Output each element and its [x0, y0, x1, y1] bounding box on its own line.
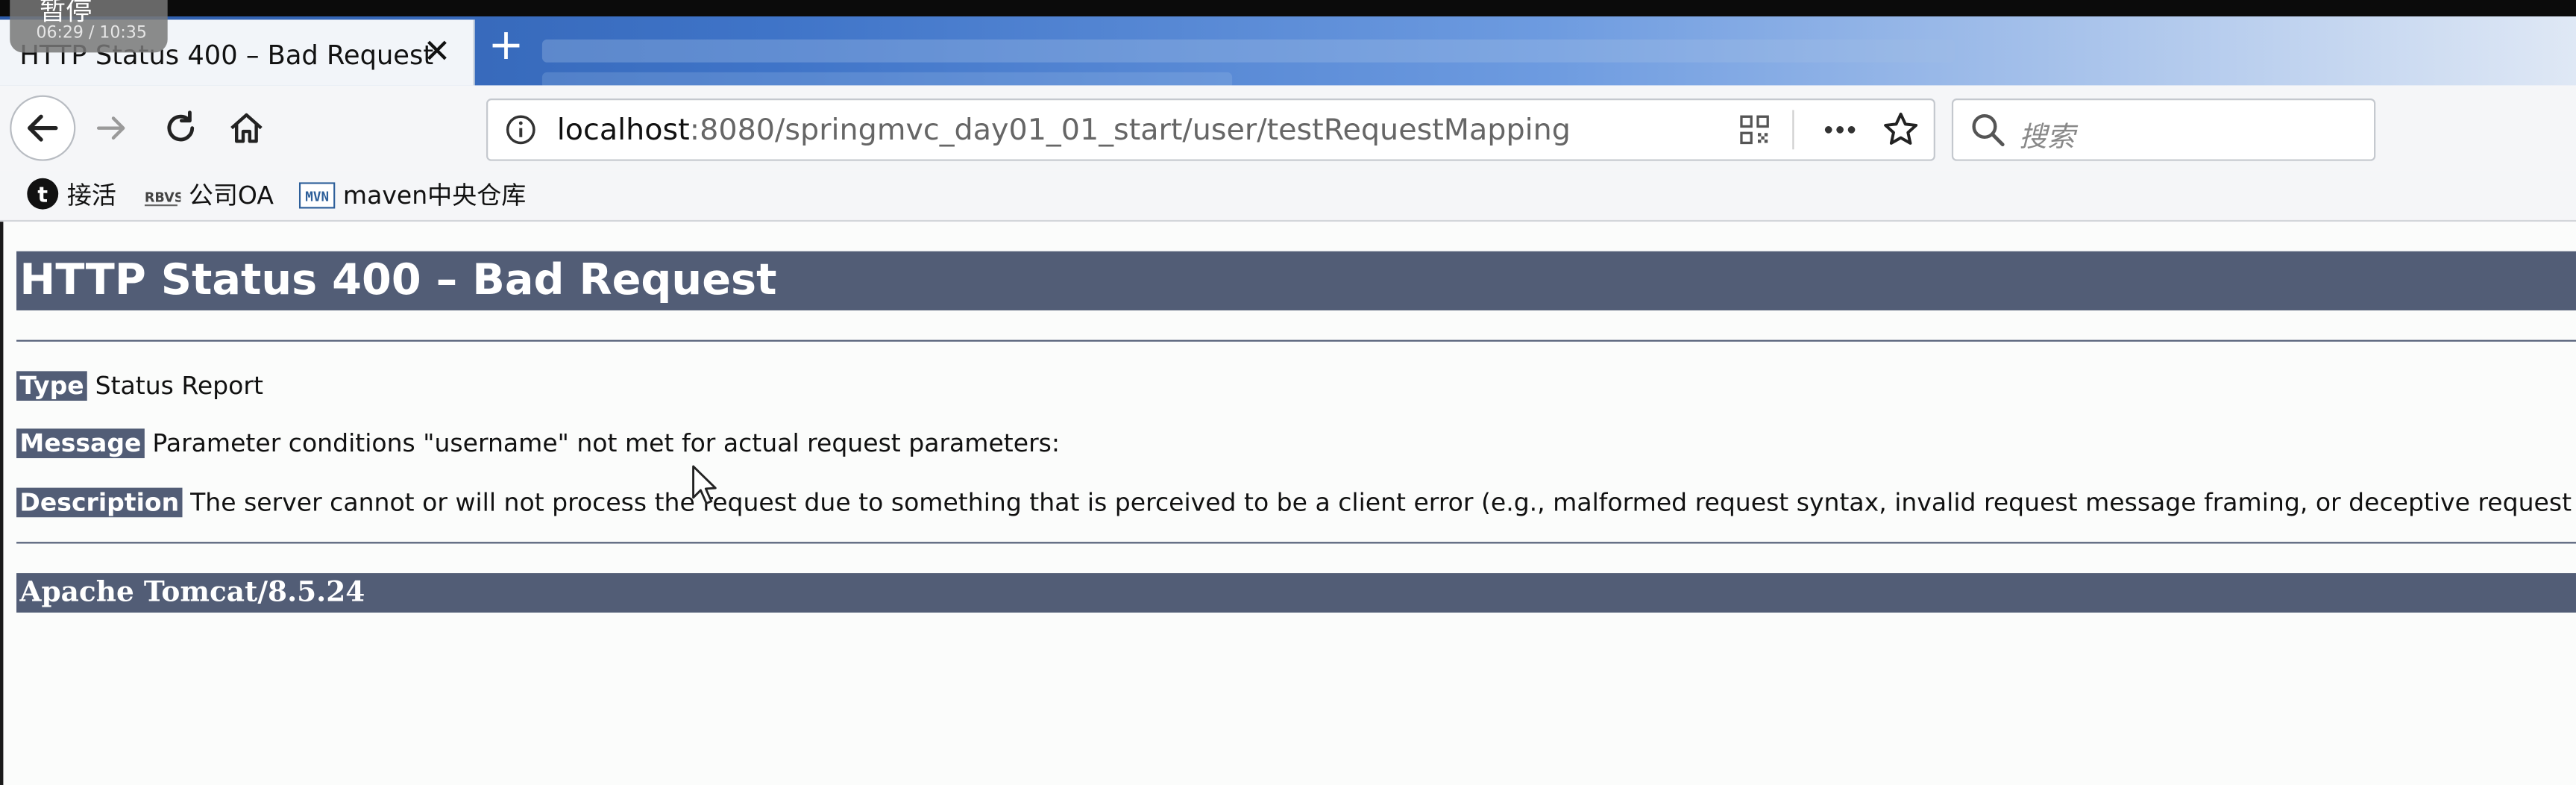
more-actions-icon[interactable]	[1822, 115, 1858, 145]
bookmark-item[interactable]: RBVS 公司OA	[144, 178, 274, 213]
url-bar[interactable]: localhost:8080/springmvc_day01_01_start/…	[486, 98, 1935, 161]
type-value: Status Report	[95, 371, 263, 401]
search-icon	[1972, 113, 2005, 147]
window-edge	[0, 222, 4, 785]
mvn-icon: MVN	[298, 182, 336, 209]
circle-t-icon: t	[27, 178, 59, 210]
svg-text:RBVS: RBVS	[145, 191, 180, 206]
svg-text:t: t	[37, 182, 48, 207]
new-tab-button[interactable]: +	[486, 25, 526, 67]
video-timestamp: 06:29 / 10:35	[36, 25, 147, 43]
bookmark-star-icon[interactable]	[1881, 110, 1920, 149]
mouse-cursor-icon	[692, 465, 717, 504]
message-row: Message Parameter conditions "username" …	[16, 427, 1060, 460]
description-row: Description The server cannot or will no…	[16, 486, 2576, 519]
qr-code-icon[interactable]	[1740, 115, 1770, 145]
bookmark-label: 接活	[66, 181, 116, 210]
svg-text:MVN: MVN	[305, 190, 329, 205]
url-text[interactable]: localhost:8080/springmvc_day01_01_start/…	[557, 113, 1571, 148]
bookmark-label: 公司OA	[188, 181, 274, 210]
back-button[interactable]	[10, 95, 76, 161]
video-overlay[interactable]: 暂停 06:29 / 10:35	[10, 0, 168, 53]
description-label: Description	[16, 487, 183, 518]
bookmarks-bar: t 接活 RBVS 公司OA MVN maven中央仓库	[0, 170, 2576, 222]
pause-label[interactable]: 暂停	[40, 0, 92, 28]
home-button[interactable]	[227, 108, 266, 148]
description-value: The server cannot or will not process th…	[190, 487, 2576, 518]
divider	[16, 542, 2576, 544]
message-label: Message	[16, 428, 145, 459]
search-box[interactable]: 搜索	[1951, 98, 2376, 161]
page-title: HTTP Status 400 – Bad Request	[16, 251, 2576, 310]
divider	[16, 340, 2576, 342]
bookmark-label: maven中央仓库	[342, 181, 527, 210]
page-content: HTTP Status 400 – Bad Request Type Statu…	[0, 222, 2576, 785]
reload-button[interactable]	[161, 108, 201, 148]
info-icon[interactable]	[504, 113, 537, 146]
navigation-toolbar: localhost:8080/springmvc_day01_01_start/…	[0, 85, 2576, 171]
browser-window: HTTP Status 400 – Bad Request ✕ + 暂停 06:…	[0, 0, 2576, 785]
back-arrow-icon	[28, 114, 58, 142]
home-icon	[230, 113, 263, 143]
search-placeholder: 搜索	[2019, 121, 2076, 154]
forward-button[interactable]	[92, 108, 131, 148]
url-path: :8080/springmvc_day01_01_start/user/test…	[689, 113, 1571, 148]
message-value: Parameter conditions "username" not met …	[152, 428, 1061, 459]
background-blur	[541, 39, 1955, 63]
rbvs-icon: RBVS	[144, 191, 183, 207]
bookmark-item[interactable]: t 接活	[26, 178, 116, 213]
reload-icon	[167, 110, 195, 142]
url-bar-divider	[1792, 110, 1794, 150]
forward-arrow-icon	[96, 116, 125, 140]
type-label: Type	[16, 371, 88, 401]
type-row: Type Status Report	[16, 369, 263, 402]
url-host: localhost	[556, 113, 690, 148]
server-footer: Apache Tomcat/8.5.24	[16, 573, 2576, 613]
close-tab-icon[interactable]: ✕	[421, 34, 453, 67]
bookmark-item[interactable]: MVN maven中央仓库	[298, 178, 527, 213]
top-black-band	[0, 0, 2576, 17]
